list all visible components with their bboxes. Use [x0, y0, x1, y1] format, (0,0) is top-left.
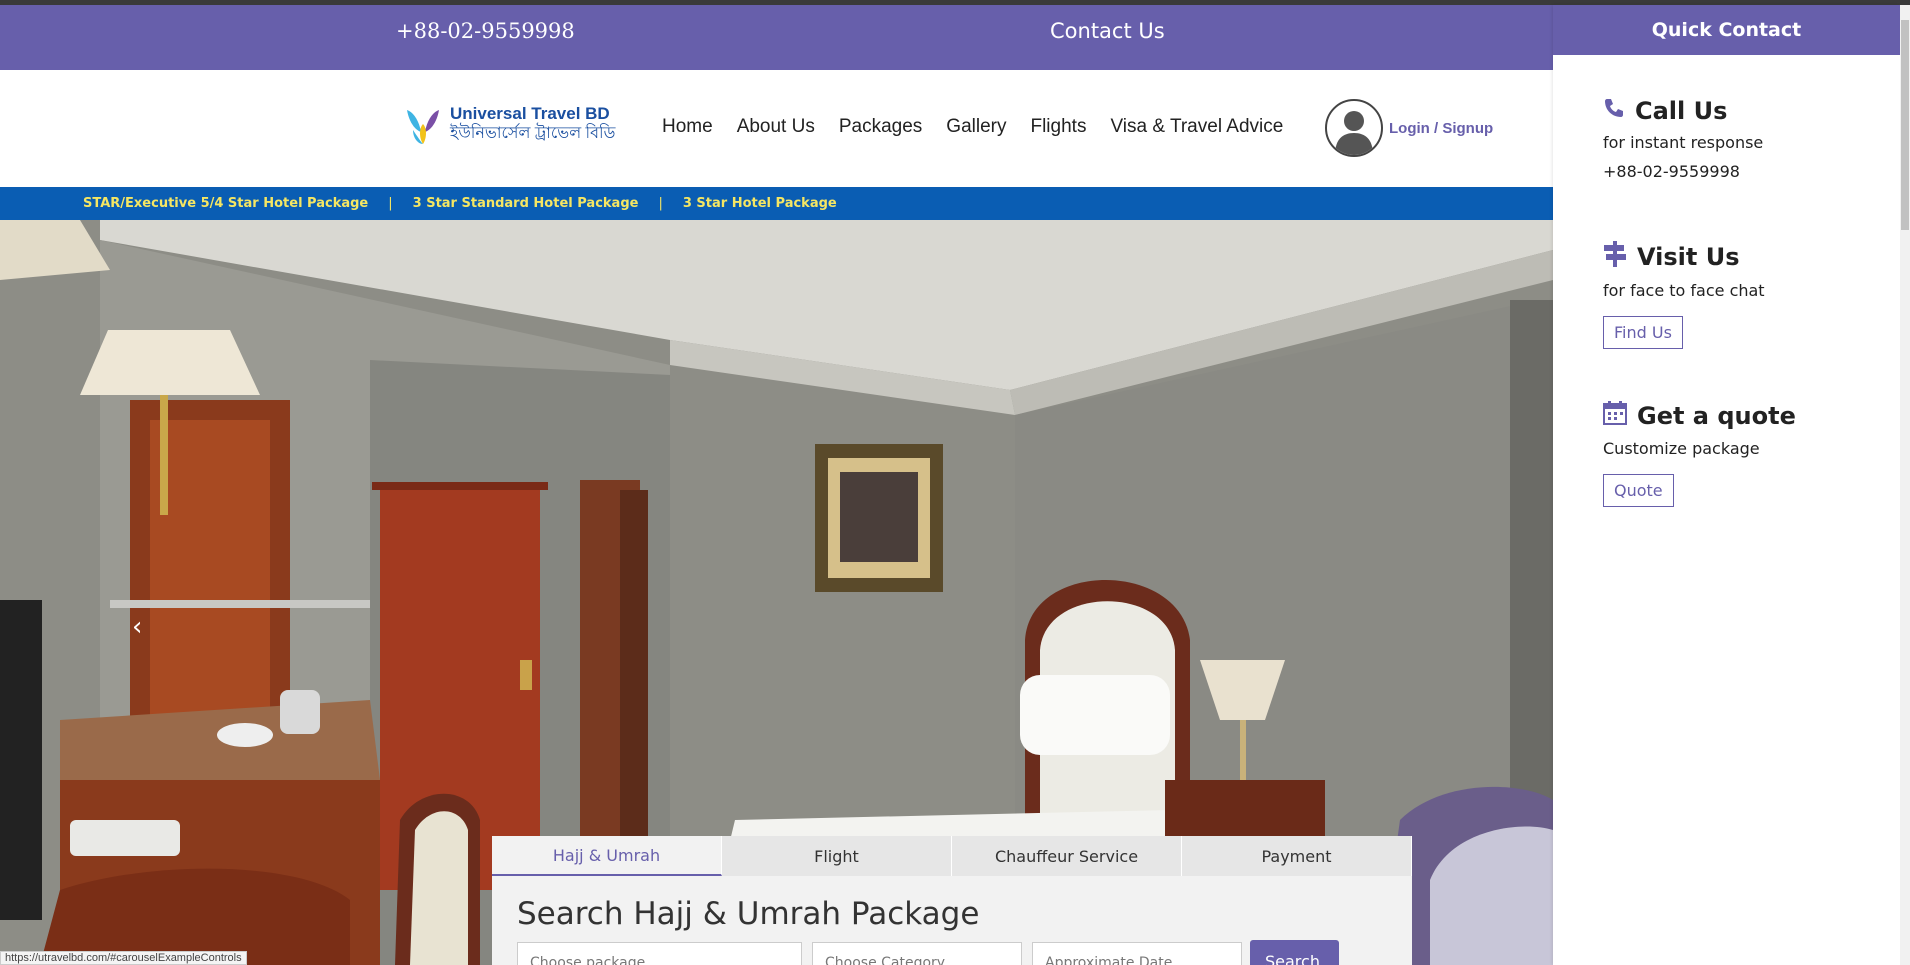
visit-us-block: Visit Us for face to face chat Find Us	[1603, 241, 1765, 349]
find-us-button[interactable]: Find Us	[1603, 316, 1683, 349]
topbar-phone[interactable]: +88-02-9559998	[396, 19, 575, 43]
quick-contact-panel: Quick Contact Call Us for instant respon…	[1553, 5, 1900, 965]
get-quote-title: Get a quote	[1637, 402, 1796, 430]
nav-home[interactable]: Home	[662, 116, 713, 138]
call-us-block: Call Us for instant response +88-02-9559…	[1603, 97, 1763, 181]
main-nav: Home About Us Packages Gallery Flights V…	[662, 116, 1283, 138]
tab-payment[interactable]: Payment	[1182, 836, 1412, 876]
contact-us-link[interactable]: Contact Us	[1050, 19, 1165, 43]
category-select[interactable]: Choose Category	[812, 942, 1022, 965]
package-link-3-star[interactable]: 3 Star Hotel Package	[683, 196, 837, 211]
package-separator: |	[388, 196, 393, 211]
package-select[interactable]: Choose package	[517, 942, 802, 965]
calendar-icon	[1603, 401, 1627, 431]
date-input[interactable]: Approximate Date	[1032, 942, 1242, 965]
scrollbar-thumb[interactable]	[1901, 20, 1909, 230]
search-panel: Hajj & Umrah Flight Chauffeur Service Pa…	[492, 836, 1412, 965]
top-bar: +88-02-9559998 Contact Us	[0, 5, 1553, 70]
package-link-3-star-standard[interactable]: 3 Star Standard Hotel Package	[413, 196, 639, 211]
search-button[interactable]: Search	[1250, 940, 1339, 965]
call-us-phone[interactable]: +88-02-9559998	[1603, 162, 1763, 181]
brand-logo[interactable]: Universal Travel BD ইউনিভার্সেল ট্রাভেল …	[403, 102, 615, 146]
carousel-prev-chevron-left-icon[interactable]: ‹	[132, 612, 142, 642]
page: +88-02-9559998 Contact Us Universal Trav…	[0, 0, 1910, 965]
brand-name-en: Universal Travel BD	[450, 104, 610, 123]
tab-hajj-umrah[interactable]: Hajj & Umrah	[492, 836, 722, 876]
brand-name-bn: ইউনিভার্সেল ট্রাভেল বিডি	[450, 125, 616, 142]
package-separator: |	[658, 196, 663, 211]
get-quote-subtitle: Customize package	[1603, 439, 1760, 458]
site-header: Universal Travel BD ইউনিভার্সেল ট্রাভেল …	[0, 70, 1553, 187]
package-bar: STAR/Executive 5/4 Star Hotel Package | …	[0, 187, 1553, 220]
status-url: https://utravelbd.com/#carouselExampleCo…	[0, 951, 247, 965]
call-us-subtitle: for instant response	[1603, 133, 1764, 152]
quick-contact-header: Quick Contact	[1553, 5, 1900, 55]
nav-packages[interactable]: Packages	[839, 116, 922, 138]
visit-us-subtitle: for face to face chat	[1603, 281, 1765, 300]
tab-flight[interactable]: Flight	[722, 836, 952, 876]
call-us-title: Call Us	[1635, 97, 1728, 125]
login-signup-link[interactable]: Login / Signup	[1389, 120, 1493, 137]
signpost-icon	[1603, 241, 1627, 273]
nav-gallery[interactable]: Gallery	[946, 116, 1006, 138]
visit-us-title: Visit Us	[1637, 243, 1740, 271]
logo-icon	[403, 102, 443, 146]
phone-icon	[1603, 97, 1625, 125]
page-scrollbar[interactable]	[1900, 5, 1910, 965]
quote-button[interactable]: Quote	[1603, 474, 1674, 507]
tab-chauffeur-service[interactable]: Chauffeur Service	[952, 836, 1182, 876]
nav-flights[interactable]: Flights	[1030, 116, 1086, 138]
get-quote-block: Get a quote Customize package Quote	[1603, 401, 1796, 507]
search-tabs: Hajj & Umrah Flight Chauffeur Service Pa…	[492, 836, 1412, 876]
user-avatar-icon[interactable]	[1325, 99, 1383, 157]
package-link-5-4-star[interactable]: STAR/Executive 5/4 Star Hotel Package	[83, 196, 368, 211]
nav-visa-travel-advice[interactable]: Visa & Travel Advice	[1110, 116, 1283, 138]
nav-about-us[interactable]: About Us	[737, 116, 815, 138]
search-title: Search Hajj & Umrah Package	[517, 896, 980, 932]
